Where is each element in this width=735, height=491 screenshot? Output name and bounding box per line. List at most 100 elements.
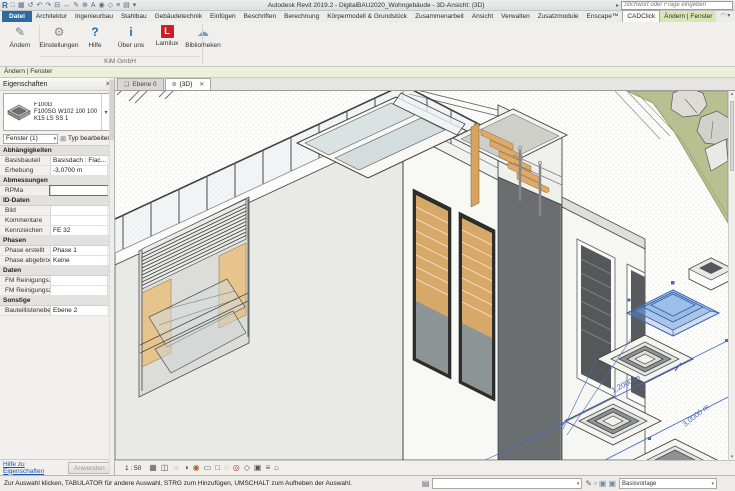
ribbon-tab-einfügen[interactable]: Einfügen: [206, 11, 240, 22]
edit-type-button[interactable]: Typ bearbeiten: [68, 135, 111, 142]
3d-scene[interactable]: 1,2000 m 3,0000 m: [115, 91, 728, 460]
property-section-phasen[interactable]: Phasen▴: [0, 236, 114, 246]
ribbon-tab-cadclick[interactable]: CADClick: [622, 10, 660, 22]
3d-viewport[interactable]: 1,2000 m 3,0000 m: [115, 91, 728, 460]
property-section-abmessungen[interactable]: Abmessungen▴: [0, 176, 114, 186]
text-icon[interactable]: A: [91, 1, 96, 10]
ribbon-button-über-uns[interactable]: iÜber uns: [113, 23, 149, 49]
ribbon-tab-berechnung[interactable]: Berechnung: [280, 11, 323, 22]
infocenter-collapse-icon[interactable]: ▸: [616, 2, 619, 9]
sync-icon[interactable]: ↺: [28, 1, 34, 10]
property-value[interactable]: [50, 276, 107, 285]
open-icon[interactable]: □: [11, 1, 15, 10]
tag-icon[interactable]: ⊕: [82, 1, 88, 10]
undo-icon[interactable]: ↶: [37, 1, 43, 10]
crop-region-visibility-icon[interactable]: □: [215, 462, 220, 474]
section-icon[interactable]: ◇: [108, 1, 113, 10]
measure-icon[interactable]: ↔: [63, 1, 70, 10]
worksets-select[interactable]: ▾: [432, 478, 582, 489]
ribbon-tab-beschriften[interactable]: Beschriften: [240, 11, 281, 22]
editable-only-icon[interactable]: ▫: [594, 479, 597, 488]
temporary-view-properties-icon[interactable]: ▣: [254, 462, 262, 474]
active-only-icon[interactable]: ▣: [608, 479, 616, 488]
ribbon-tab-körpermodell-grundstück[interactable]: Körpermodell & Grundstück: [323, 11, 411, 22]
view-tab-ebene-0[interactable]: ❏ Ebene 0: [117, 78, 164, 90]
ribbon-button-bibliotheken[interactable]: ☁Bibliotheken: [185, 23, 221, 49]
section-label: Abhängigkeiten: [3, 147, 52, 154]
constraints-icon[interactable]: ≡: [265, 462, 270, 474]
property-value[interactable]: [50, 286, 107, 295]
property-section-sonstige[interactable]: Sonstige▴: [0, 296, 114, 306]
redo-icon[interactable]: ↷: [45, 1, 51, 10]
drag-grip[interactable]: [627, 298, 630, 301]
ribbon-button-lamilux[interactable]: LLamilux: [149, 23, 185, 49]
properties-help-link[interactable]: Hilfe zu Eigenschaften: [3, 461, 64, 475]
reveal-hidden-elements-icon[interactable]: ◎: [233, 462, 240, 474]
scale-button[interactable]: 1 : 50: [125, 465, 141, 472]
vertical-scrollbar[interactable]: ▴ ▾: [728, 91, 735, 460]
worksets-icon[interactable]: ▤: [422, 479, 430, 488]
temporary-hide-isolate-icon[interactable]: ◌: [224, 462, 229, 474]
sun-path-icon[interactable]: ☼: [172, 462, 179, 474]
property-section-id-daten[interactable]: ID-Daten▴: [0, 196, 114, 206]
scrollbar-thumb[interactable]: [110, 80, 114, 140]
ribbon-tab-verwalten[interactable]: Verwalten: [497, 11, 534, 22]
ribbon-button-einstellungen[interactable]: ⚙Einstellungen: [41, 23, 77, 49]
thin-lines-icon[interactable]: ≡: [116, 1, 120, 10]
save-icon[interactable]: ▦: [18, 1, 25, 10]
ribbon-button-hilfe[interactable]: ?Hilfe: [77, 23, 113, 49]
ribbon-tab-zusatzmodule[interactable]: Zusatzmodule: [534, 11, 583, 22]
worksharing-display-icon[interactable]: ◇: [244, 462, 250, 474]
close-icon[interactable]: ✕: [199, 81, 204, 88]
analytical-model-icon[interactable]: ⌂: [274, 462, 279, 474]
view-tab-3d[interactable]: ⊛ {3D} ✕: [165, 78, 212, 90]
revit-r-icon[interactable]: R: [2, 1, 8, 10]
properties-scrollbar[interactable]: [109, 78, 114, 475]
drag-grip[interactable]: [671, 281, 675, 285]
property-value[interactable]: [50, 206, 107, 215]
property-value[interactable]: Keine: [50, 256, 107, 265]
editing-requests-icon[interactable]: ✎: [585, 479, 592, 488]
print-icon[interactable]: ⊟: [54, 1, 60, 10]
property-section-daten[interactable]: Daten▴: [0, 266, 114, 276]
ribbon-tab-zusammenarbeit[interactable]: Zusammenarbeit: [411, 11, 468, 22]
scroll-down-icon[interactable]: ▾: [729, 454, 735, 460]
default-3d-view-icon[interactable]: ◉: [99, 1, 105, 10]
property-value[interactable]: -3,0700 m: [50, 166, 107, 175]
ribbon-tab-ändern-fenster[interactable]: Ändern | Fenster: [660, 11, 716, 22]
ribbon-tab-enscape[interactable]: Enscape™: [583, 11, 623, 22]
switch-windows-icon[interactable]: ▤: [123, 1, 130, 10]
properties-header[interactable]: Eigenschaften ✕: [0, 78, 114, 91]
ribbon-tab-datei[interactable]: Datei: [2, 11, 32, 22]
property-value[interactable]: Ebene 2: [50, 306, 107, 315]
detail-level-icon[interactable]: ▦: [149, 462, 157, 474]
element-filter-select[interactable]: Fenster (1)▾: [3, 134, 58, 144]
property-value[interactable]: [50, 216, 107, 225]
apply-button[interactable]: Anwenden: [68, 462, 111, 474]
property-value[interactable]: Basisdach : Flac...: [50, 156, 107, 165]
ribbon-tab-architektur[interactable]: Architektur: [32, 11, 71, 22]
ribbon-tab-gebäudetechnik[interactable]: Gebäudetechnik: [151, 11, 206, 22]
scrollbar-thumb[interactable]: [730, 101, 734, 171]
visual-style-icon[interactable]: ◫: [161, 462, 169, 474]
ribbon-tab-ansicht[interactable]: Ansicht: [468, 11, 497, 22]
ribbon-tab-stahlbau[interactable]: Stahlbau: [117, 11, 151, 22]
property-value[interactable]: Phase 1: [50, 246, 107, 255]
wood-window[interactable]: [459, 212, 495, 401]
render-icon[interactable]: ◉: [193, 462, 200, 474]
property-section-abhängigkeiten[interactable]: Abhängigkeiten▴: [0, 146, 114, 156]
property-value[interactable]: FE 32: [50, 226, 107, 235]
crop-view-icon[interactable]: ▭: [204, 462, 212, 474]
shadows-icon[interactable]: ◑: [184, 462, 189, 474]
ribbon-display-toggle-icon[interactable]: ◠ ▾: [720, 11, 730, 22]
ribbon-button-ändern[interactable]: ✎Ändern: [2, 23, 38, 49]
exclude-options-icon[interactable]: ▣: [599, 479, 607, 488]
scroll-up-icon[interactable]: ▴: [729, 91, 735, 97]
design-options-select[interactable]: Basisvorlage▾: [619, 478, 717, 489]
aligned-dimension-icon[interactable]: ✎: [73, 1, 79, 10]
wood-window[interactable]: [413, 189, 451, 379]
type-selector[interactable]: F100G F100SG W102 100 100 K15 LS SS 1 ▾: [3, 93, 111, 131]
ribbon-tab-ingenieurbau[interactable]: Ingenieurbau: [71, 11, 117, 22]
property-value[interactable]: [50, 186, 107, 195]
search-input[interactable]: [621, 1, 733, 10]
